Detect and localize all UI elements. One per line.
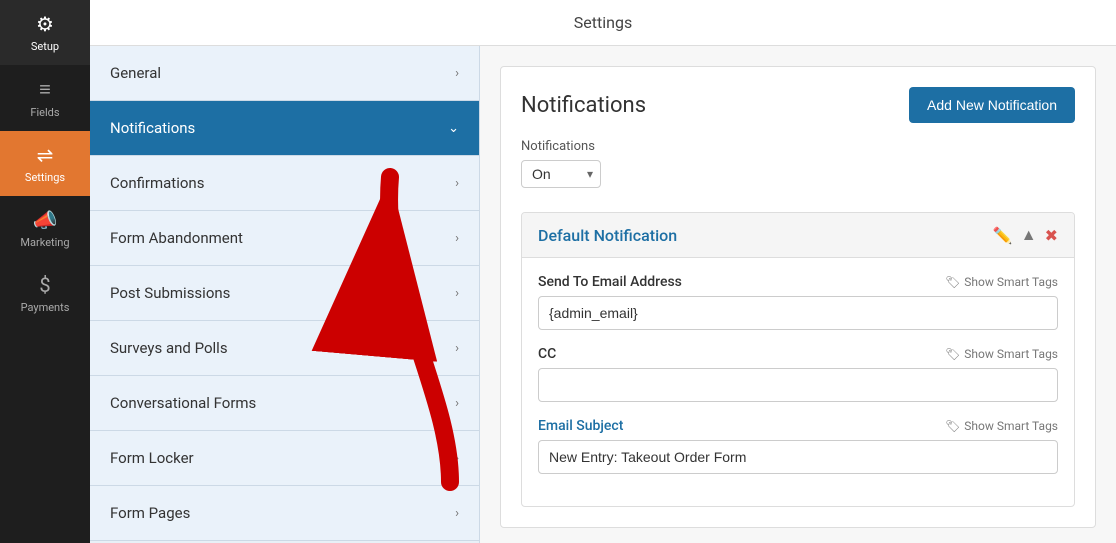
sidebar-item-fields[interactable]: ≡ Fields bbox=[0, 65, 90, 131]
form-group-header: Send To Email Address 🏷 Show Smart Tags bbox=[538, 274, 1058, 290]
nav-item-general[interactable]: General › bbox=[90, 46, 479, 101]
top-bar: Settings bbox=[90, 0, 1116, 46]
sidebar-item-label: Marketing bbox=[20, 236, 69, 249]
nav-item-surveys-and-polls[interactable]: Surveys and Polls › bbox=[90, 321, 479, 376]
default-notification-box: Default Notification ✏️ ▲ ✖ Send To Emai… bbox=[521, 212, 1075, 507]
notifications-select-wrapper[interactable]: On Off bbox=[521, 160, 601, 188]
marketing-icon: 📣 bbox=[33, 208, 58, 232]
nav-item-form-abandonment[interactable]: Form Abandonment › bbox=[90, 211, 479, 266]
collapse-icon[interactable]: ▲ bbox=[1021, 225, 1037, 245]
send-to-email-group: Send To Email Address 🏷 Show Smart Tags bbox=[538, 274, 1058, 330]
smart-tags-link-subject[interactable]: 🏷 Show Smart Tags bbox=[945, 419, 1058, 433]
sidebar-item-label: Payments bbox=[21, 301, 70, 314]
panel-content: Notifications Add New Notification Notif… bbox=[500, 66, 1096, 528]
cc-input[interactable] bbox=[538, 368, 1058, 402]
smart-tags-link-cc[interactable]: 🏷 Show Smart Tags bbox=[945, 347, 1058, 361]
nav-item-notifications[interactable]: Notifications ⌄ bbox=[90, 101, 479, 156]
chevron-right-icon: › bbox=[455, 451, 459, 466]
payments-icon: $ bbox=[39, 273, 50, 297]
email-subject-form-group-header: Email Subject 🏷 Show Smart Tags bbox=[538, 418, 1058, 434]
smart-tags-label: Show Smart Tags bbox=[964, 275, 1058, 289]
sidebar-item-setup[interactable]: ⚙ Setup bbox=[0, 0, 90, 65]
send-to-email-input[interactable] bbox=[538, 296, 1058, 330]
nav-item-form-pages[interactable]: Form Pages › bbox=[90, 486, 479, 541]
edit-icon[interactable]: ✏️ bbox=[993, 226, 1013, 245]
main-area: Settings General › Notifications ⌄ Confi… bbox=[90, 0, 1116, 543]
nav-item-label: Form Abandonment bbox=[110, 229, 243, 247]
email-subject-label: Email Subject bbox=[538, 418, 623, 434]
nav-item-form-locker[interactable]: Form Locker › bbox=[90, 431, 479, 486]
tag-icon: 🏷 bbox=[945, 347, 960, 361]
sidebar-item-label: Settings bbox=[25, 171, 65, 184]
nav-item-label: Form Pages bbox=[110, 504, 190, 522]
chevron-right-icon: › bbox=[455, 286, 459, 301]
nav-item-label: Confirmations bbox=[110, 174, 204, 192]
nav-item-confirmations[interactable]: Confirmations › bbox=[90, 156, 479, 211]
panel-title: Notifications bbox=[521, 93, 646, 118]
sidebar-item-label: Fields bbox=[30, 106, 59, 119]
notification-box-title: Default Notification bbox=[538, 226, 677, 245]
chevron-right-icon: › bbox=[455, 231, 459, 246]
email-subject-input[interactable] bbox=[538, 440, 1058, 474]
tag-icon: 🏷 bbox=[945, 419, 960, 433]
chevron-right-icon: › bbox=[455, 506, 459, 521]
right-panel: Notifications Add New Notification Notif… bbox=[480, 46, 1116, 543]
nav-item-label: Surveys and Polls bbox=[110, 339, 228, 357]
sidebar-item-label: Setup bbox=[31, 40, 59, 53]
nav-item-label: Post Submissions bbox=[110, 284, 230, 302]
notification-box-header: Default Notification ✏️ ▲ ✖ bbox=[522, 213, 1074, 258]
smart-tags-label: Show Smart Tags bbox=[964, 419, 1058, 433]
cc-label: CC bbox=[538, 346, 556, 362]
smart-tags-label: Show Smart Tags bbox=[964, 347, 1058, 361]
notification-body: Send To Email Address 🏷 Show Smart Tags bbox=[522, 258, 1074, 506]
settings-nav: General › Notifications ⌄ Confirmations … bbox=[90, 46, 480, 543]
send-to-email-label: Send To Email Address bbox=[538, 274, 682, 290]
nav-item-label: Notifications bbox=[110, 119, 195, 137]
sidebar-item-settings[interactable]: ⇌ Settings bbox=[0, 131, 90, 196]
nav-item-label: Conversational Forms bbox=[110, 394, 256, 412]
chevron-right-icon: › bbox=[455, 396, 459, 411]
delete-icon[interactable]: ✖ bbox=[1045, 226, 1058, 245]
chevron-down-icon: ⌄ bbox=[448, 121, 459, 136]
notification-box-actions: ✏️ ▲ ✖ bbox=[993, 225, 1058, 245]
layout-wrapper: General › Notifications ⌄ Confirmations … bbox=[90, 46, 1116, 543]
nav-item-label: Form Locker bbox=[110, 449, 194, 467]
cc-form-group-header: CC 🏷 Show Smart Tags bbox=[538, 346, 1058, 362]
sidebar-item-marketing[interactable]: 📣 Marketing bbox=[0, 196, 90, 261]
notifications-field-label: Notifications bbox=[521, 139, 1075, 154]
sidebar-item-payments[interactable]: $ Payments bbox=[0, 261, 90, 326]
panel-header: Notifications Add New Notification bbox=[521, 87, 1075, 123]
settings-icon: ⇌ bbox=[37, 143, 54, 167]
cc-group: CC 🏷 Show Smart Tags bbox=[538, 346, 1058, 402]
nav-item-conversational-forms[interactable]: Conversational Forms › bbox=[90, 376, 479, 431]
sidebar: ⚙ Setup ≡ Fields ⇌ Settings 📣 Marketing … bbox=[0, 0, 90, 543]
smart-tags-link-email[interactable]: 🏷 Show Smart Tags bbox=[945, 275, 1058, 289]
setup-icon: ⚙ bbox=[36, 12, 54, 36]
add-new-notification-button[interactable]: Add New Notification bbox=[909, 87, 1075, 123]
email-subject-group: Email Subject 🏷 Show Smart Tags bbox=[538, 418, 1058, 474]
chevron-right-icon: › bbox=[455, 341, 459, 356]
tag-icon: 🏷 bbox=[945, 275, 960, 289]
nav-item-post-submissions[interactable]: Post Submissions › bbox=[90, 266, 479, 321]
notifications-select[interactable]: On Off bbox=[521, 160, 601, 188]
fields-icon: ≡ bbox=[39, 77, 51, 102]
chevron-right-icon: › bbox=[455, 176, 459, 191]
chevron-right-icon: › bbox=[455, 66, 459, 81]
nav-item-label: General bbox=[110, 64, 161, 82]
page-title: Settings bbox=[574, 13, 632, 32]
